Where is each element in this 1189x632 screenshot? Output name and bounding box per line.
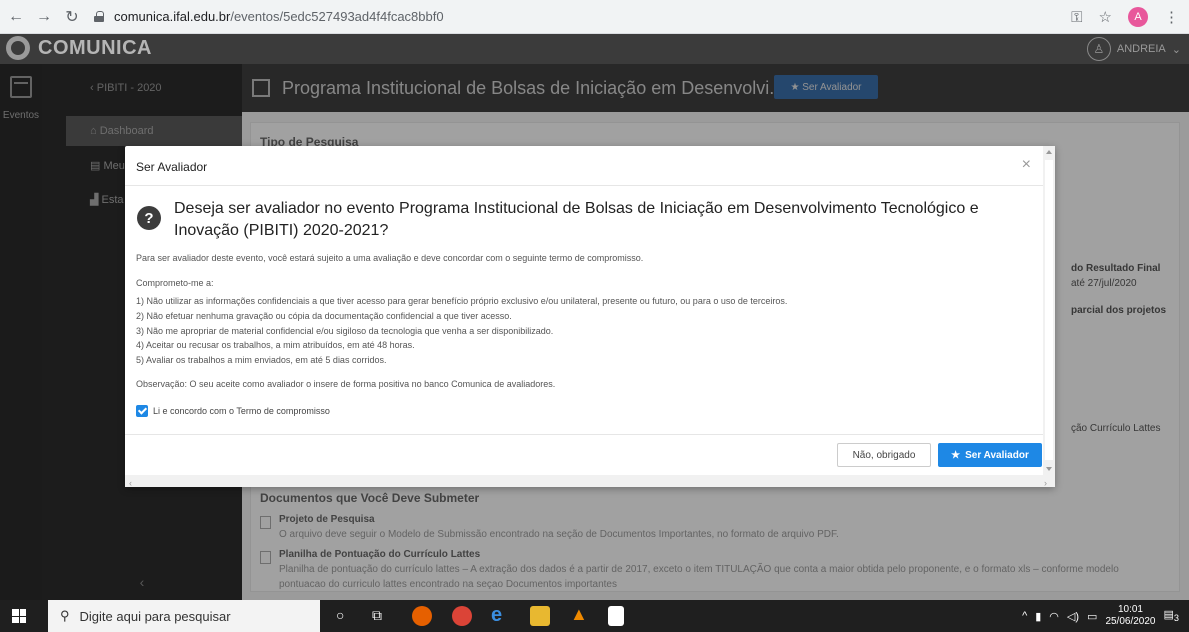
scroll-right-icon[interactable]: › <box>1044 478 1047 488</box>
notification-count: 3 <box>1173 613 1179 624</box>
profile-avatar[interactable]: A <box>1128 7 1148 27</box>
term-item: 2) Não efetuar nenhuma gravação ou cópia… <box>136 310 512 321</box>
back-arrow-icon[interactable]: ← <box>4 8 28 26</box>
logo-text: COMUNICA <box>38 36 152 59</box>
term-item: 3) Não me apropriar de material confiden… <box>136 325 554 336</box>
question-icon: ? <box>137 206 161 230</box>
file-explorer-icon[interactable] <box>530 606 550 626</box>
clock[interactable]: 10:01 25/06/2020 <box>1105 604 1155 628</box>
search-icon: ⚲ <box>60 608 70 623</box>
modal-title: Ser Avaliador <box>136 160 208 174</box>
commit-label: Comprometo-me a: <box>136 278 214 288</box>
battery-icon[interactable]: ▮ <box>1035 610 1041 623</box>
system-tray: ^ ▮ ◠ ◁) ▭ 10:01 25/06/2020 ▤3 <box>1022 600 1179 632</box>
windows-start-icon[interactable] <box>12 609 26 623</box>
cortana-icon[interactable]: ○ <box>336 607 344 623</box>
taskbar-search[interactable]: ⚲ Digite aqui para pesquisar <box>48 600 320 632</box>
reload-icon[interactable]: ↻ <box>60 7 84 27</box>
app-logo[interactable]: COMUNICA <box>6 36 152 60</box>
ser-avaliador-modal: Ser Avaliador × ? Deseja ser avaliador n… <box>125 146 1055 488</box>
chevron-up-icon[interactable]: ^ <box>1022 610 1027 622</box>
star-icon: ★ <box>951 449 961 461</box>
ser-avaliador-button[interactable]: ★ Ser Avaliador <box>938 443 1042 467</box>
scrollbar-thumb[interactable] <box>1045 160 1053 460</box>
modal-vertical-scrollbar[interactable] <box>1043 146 1055 475</box>
search-placeholder: Digite aqui para pesquisar <box>79 608 231 624</box>
forward-arrow-icon[interactable]: → <box>32 8 56 26</box>
url-host: comunica.ifal.edu.br <box>114 9 231 24</box>
term-item: 4) Aceitar ou recusar os trabalhos, a mi… <box>136 340 415 351</box>
button-label: Ser Avaliador <box>965 449 1029 461</box>
vlc-icon[interactable]: ▲ <box>570 604 588 625</box>
modal-header: Ser Avaliador × <box>125 146 1043 186</box>
clock-time: 10:01 <box>1117 604 1143 615</box>
address-bar[interactable]: comunica.ifal.edu.br/eventos/5edc527493a… <box>94 4 444 30</box>
edge-icon[interactable]: e <box>491 604 502 627</box>
user-name: ANDREIA <box>1116 43 1166 55</box>
user-menu[interactable]: ♙ ANDREIA ⌄ <box>1086 37 1181 61</box>
modal-horizontal-scrollbar[interactable]: ‹ › <box>125 475 1055 488</box>
task-view-icon[interactable]: ⧉ <box>372 607 382 624</box>
close-icon[interactable]: × <box>1022 156 1031 174</box>
keyboard-icon[interactable]: ▭ <box>1087 610 1097 623</box>
chrome-icon[interactable] <box>452 606 472 626</box>
notifications-icon[interactable]: ▤3 <box>1164 608 1180 623</box>
firefox-icon[interactable] <box>412 606 432 626</box>
windows-taskbar: ⚲ Digite aqui para pesquisar ○ ⧉ e ▲ ^ ▮… <box>0 600 1189 632</box>
wifi-icon[interactable]: ◠ <box>1049 610 1059 623</box>
terms-list: 1) Não utilizar as informações confidenc… <box>136 294 787 368</box>
term-item: 1) Não utilizar as informações confidenc… <box>136 296 788 306</box>
modal-footer-divider <box>125 434 1043 435</box>
logo-icon <box>6 36 30 60</box>
observation-text: Observação: O seu aceite como avaliador … <box>136 379 556 389</box>
notepad-icon[interactable] <box>608 606 624 626</box>
clock-date: 25/06/2020 <box>1105 616 1156 627</box>
user-icon: ♙ <box>1086 37 1111 61</box>
scroll-up-icon[interactable] <box>1046 150 1052 154</box>
modal-intro: Para ser avaliador deste evento, você es… <box>136 253 644 263</box>
volume-icon[interactable]: ◁) <box>1067 610 1079 623</box>
url-path: /eventos/5edc527493ad4f4fcac8bbf0 <box>230 9 444 24</box>
scroll-left-icon[interactable]: ‹ <box>129 478 132 488</box>
chevron-down-icon: ⌄ <box>1171 43 1181 56</box>
scroll-down-icon[interactable] <box>1046 467 1052 471</box>
modal-heading: Deseja ser avaliador no evento Programa … <box>174 200 979 239</box>
lock-icon <box>94 11 104 22</box>
decline-button[interactable]: Não, obrigado <box>837 443 931 467</box>
menu-dots-icon[interactable]: ⋮ <box>1164 8 1179 26</box>
browser-toolbar: ← → ↻ comunica.ifal.edu.br/eventos/5edc5… <box>0 0 1189 34</box>
agree-checkbox-label[interactable]: Li e concordo com o Termo de compromisso <box>153 406 330 416</box>
term-item: 5) Avaliar os trabalhos a mim enviados, … <box>136 355 387 366</box>
agree-checkbox[interactable] <box>136 405 148 417</box>
app-header: COMUNICA ♙ ANDREIA ⌄ <box>0 34 1189 64</box>
key-icon[interactable]: ⚿ <box>1071 9 1082 26</box>
bookmark-star-icon[interactable]: ☆ <box>1099 8 1112 26</box>
